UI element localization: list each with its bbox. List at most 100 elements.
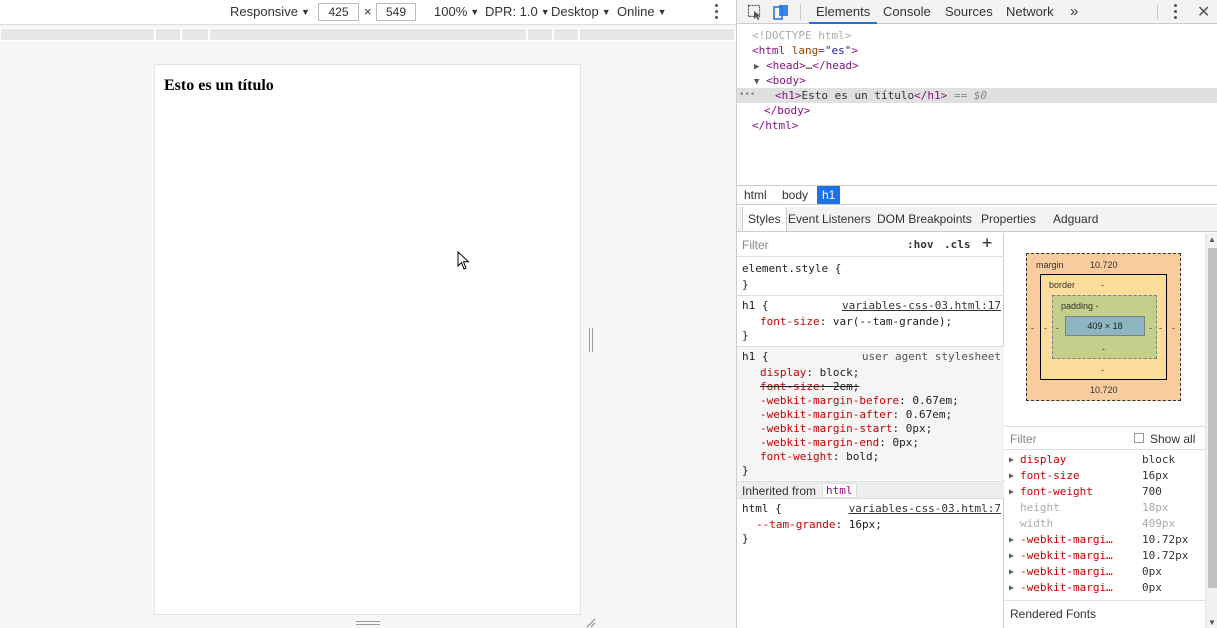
rule-source-link[interactable]: variables-css-03.html:17 bbox=[842, 299, 1001, 312]
device-options-kebab-icon[interactable] bbox=[715, 4, 719, 22]
resize-handle-right[interactable] bbox=[589, 328, 593, 352]
box-model-padding[interactable]: padding - - - - 409 × 18 bbox=[1052, 295, 1157, 359]
inspect-element-icon[interactable] bbox=[747, 4, 763, 20]
class-toggle[interactable]: .cls bbox=[944, 238, 971, 251]
viewport-height-input[interactable]: 549 bbox=[376, 3, 416, 21]
breadcrumb-h1[interactable]: h1 bbox=[817, 186, 841, 204]
scrollbar-thumb[interactable] bbox=[1208, 248, 1217, 588]
media-query-bar[interactable] bbox=[0, 26, 736, 42]
breadcrumb-html[interactable]: html bbox=[739, 186, 772, 204]
border-top-value[interactable]: - bbox=[1101, 280, 1104, 290]
computed-property-row[interactable]: ▶ -webkit-margi… 10.72px bbox=[1005, 548, 1205, 564]
expand-triangle-icon[interactable]: ▶ bbox=[1009, 580, 1014, 596]
viewport-width-input[interactable]: 425 bbox=[318, 3, 359, 21]
border-left-value[interactable]: - bbox=[1044, 323, 1047, 333]
box-model-margin[interactable]: margin 10.720 10.720 - - border - - - - … bbox=[1026, 253, 1181, 401]
expand-triangle-icon[interactable]: ▶ bbox=[1009, 468, 1014, 484]
throttling-select[interactable]: Online ▼ bbox=[617, 4, 667, 19]
dom-node-doctype[interactable]: <!DOCTYPE html> bbox=[737, 28, 1217, 43]
rule-selector[interactable]: html { bbox=[742, 502, 782, 516]
expand-triangle-icon[interactable]: ▶ bbox=[1009, 564, 1014, 580]
rendered-fonts-section[interactable]: Rendered Fonts bbox=[1005, 600, 1205, 628]
element-style-selector[interactable]: element.style { bbox=[742, 262, 841, 276]
collapse-triangle-icon[interactable]: ▼ bbox=[754, 77, 759, 87]
dom-node-html[interactable]: <html lang="es"> bbox=[737, 43, 1217, 58]
style-property[interactable]: -webkit-margin-start: 0px; bbox=[760, 422, 932, 436]
margin-top-value[interactable]: 10.720 bbox=[1090, 260, 1118, 270]
padding-bottom-value[interactable]: - bbox=[1102, 344, 1105, 354]
expand-triangle-icon[interactable]: ▶ bbox=[1009, 548, 1014, 564]
style-property[interactable]: -webkit-margin-end: 0px; bbox=[760, 436, 919, 450]
media-query-segment[interactable] bbox=[209, 28, 527, 41]
device-mode-select[interactable]: Responsive ▼ bbox=[230, 4, 310, 19]
margin-left-value[interactable]: - bbox=[1031, 323, 1034, 333]
device-toolbar-toggle-icon[interactable] bbox=[773, 4, 789, 20]
resize-handle-bottom[interactable] bbox=[356, 621, 380, 625]
computed-scrollbar[interactable]: ▲ ▼ bbox=[1205, 233, 1217, 628]
zoom-select[interactable]: 100% ▼ bbox=[434, 4, 479, 19]
computed-property-row[interactable]: ▶ display block bbox=[1005, 452, 1205, 468]
computed-property-row[interactable]: width 409px bbox=[1005, 516, 1205, 532]
rule-selector[interactable]: h1 { bbox=[742, 299, 769, 313]
computed-filter-input[interactable]: Filter bbox=[1010, 432, 1037, 446]
dom-node-body[interactable]: ▼ <body> bbox=[737, 73, 1217, 88]
more-tabs-button[interactable]: » bbox=[1070, 0, 1078, 24]
padding-left-value[interactable]: - bbox=[1056, 323, 1059, 333]
tab-console[interactable]: Console bbox=[883, 0, 931, 24]
border-bottom-value[interactable]: - bbox=[1101, 365, 1104, 375]
close-devtools-icon[interactable]: ✕ bbox=[1197, 2, 1210, 22]
box-model-border[interactable]: border - - - - padding - - - - 409 × 18 bbox=[1040, 274, 1167, 380]
tab-event-listeners[interactable]: Event Listeners bbox=[788, 207, 871, 231]
media-query-segment[interactable] bbox=[579, 28, 735, 41]
style-property[interactable]: -webkit-margin-before: 0.67em; bbox=[760, 394, 959, 408]
style-property[interactable]: -webkit-margin-after: 0.67em; bbox=[760, 408, 952, 422]
scroll-down-arrow-icon[interactable]: ▼ bbox=[1208, 618, 1216, 627]
style-property[interactable]: display: block; bbox=[760, 366, 859, 380]
tab-properties[interactable]: Properties bbox=[981, 207, 1036, 231]
rule-selector[interactable]: h1 { bbox=[742, 350, 769, 364]
style-property[interactable]: font-size: var(--tam-grande); bbox=[760, 315, 952, 329]
media-query-segment[interactable] bbox=[181, 28, 209, 41]
dom-node-h1-selected[interactable]: ••• <h1>Esto es un título</h1> == $0 bbox=[737, 88, 1217, 103]
dom-node-head[interactable]: ▶ <head>…</head> bbox=[737, 58, 1217, 73]
dom-node-html-close[interactable]: </html> bbox=[737, 118, 1217, 133]
expand-triangle-icon[interactable]: ▶ bbox=[1009, 484, 1014, 500]
computed-property-row[interactable]: ▶ -webkit-margi… 10.72px bbox=[1005, 532, 1205, 548]
dom-tree[interactable]: <!DOCTYPE html> <html lang="es"> ▶ <head… bbox=[737, 25, 1217, 185]
breadcrumb-body[interactable]: body bbox=[777, 186, 813, 204]
resize-corner-icon[interactable] bbox=[586, 618, 596, 628]
hover-state-toggle[interactable]: :hov bbox=[907, 238, 934, 251]
expand-triangle-icon[interactable]: ▶ bbox=[754, 62, 759, 72]
margin-bottom-value[interactable]: 10.720 bbox=[1090, 385, 1118, 395]
computed-property-row[interactable]: ▶ font-size 16px bbox=[1005, 468, 1205, 484]
media-query-segment[interactable] bbox=[553, 28, 579, 41]
style-property[interactable]: --tam-grande: 16px; bbox=[756, 518, 882, 532]
style-property[interactable]: font-weight: bold; bbox=[760, 450, 879, 464]
emulated-viewport[interactable]: Esto es un título bbox=[154, 64, 581, 615]
tab-sources[interactable]: Sources bbox=[945, 0, 993, 24]
margin-right-value[interactable]: - bbox=[1172, 323, 1175, 333]
style-property-overridden[interactable]: font-size: 2em; bbox=[760, 380, 859, 394]
more-actions-dots[interactable]: ••• bbox=[739, 88, 755, 103]
box-model-content[interactable]: 409 × 18 bbox=[1065, 316, 1145, 336]
rule-source-link[interactable]: variables-css-03.html:7 bbox=[849, 502, 1001, 515]
computed-property-row[interactable]: height 18px bbox=[1005, 500, 1205, 516]
media-query-segment[interactable] bbox=[527, 28, 553, 41]
styles-filter-input[interactable]: Filter bbox=[742, 238, 769, 252]
tab-network[interactable]: Network bbox=[1006, 0, 1054, 24]
media-query-segment[interactable] bbox=[155, 28, 181, 41]
inherited-from-tag[interactable]: html bbox=[822, 483, 857, 498]
tab-elements[interactable]: Elements bbox=[809, 0, 878, 24]
devtools-menu-kebab-icon[interactable] bbox=[1174, 4, 1178, 22]
media-query-segment[interactable] bbox=[0, 28, 155, 41]
padding-right-value[interactable]: - bbox=[1149, 323, 1152, 333]
tab-styles[interactable]: Styles bbox=[742, 207, 787, 231]
computed-property-row[interactable]: ▶ -webkit-margi… 0px bbox=[1005, 580, 1205, 596]
computed-property-row[interactable]: ▶ -webkit-margi… 0px bbox=[1005, 564, 1205, 580]
device-type-select[interactable]: Desktop ▼ bbox=[551, 4, 611, 19]
tab-dom-breakpoints[interactable]: DOM Breakpoints bbox=[877, 207, 972, 231]
scroll-up-arrow-icon[interactable]: ▲ bbox=[1208, 235, 1216, 244]
expand-triangle-icon[interactable]: ▶ bbox=[1009, 532, 1014, 548]
dom-node-body-close[interactable]: </body> bbox=[737, 103, 1217, 118]
show-all-checkbox[interactable] bbox=[1134, 433, 1144, 443]
